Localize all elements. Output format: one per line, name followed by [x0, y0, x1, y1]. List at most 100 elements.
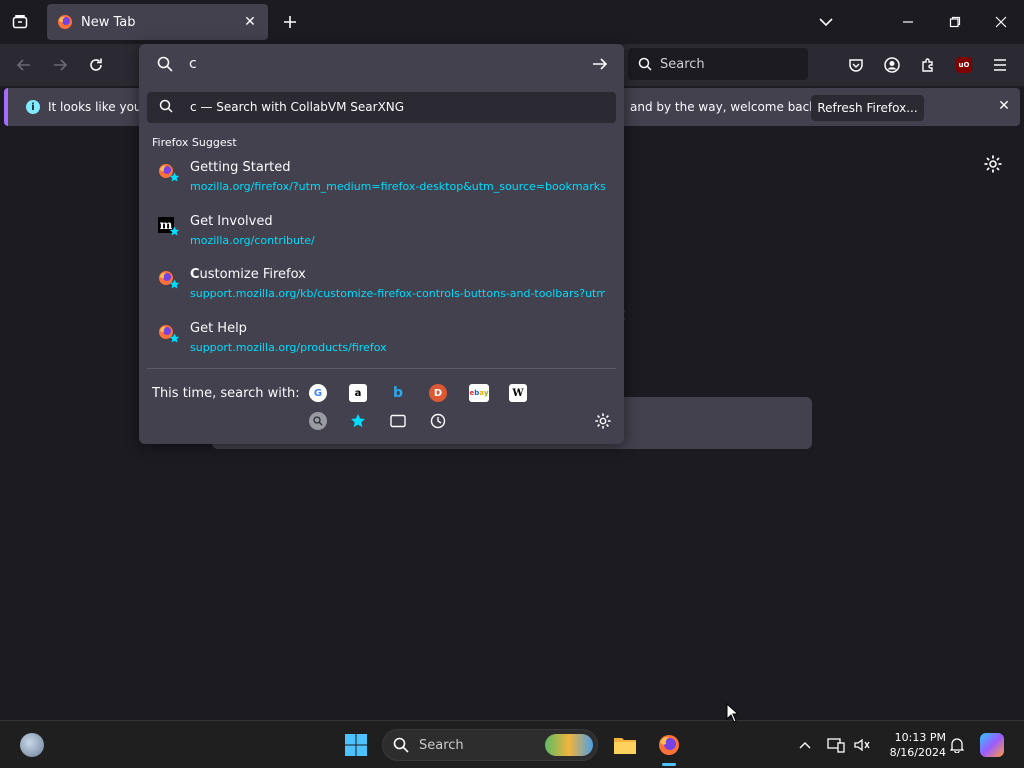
bing-icon[interactable]: b: [389, 384, 407, 402]
close-icon: [995, 16, 1007, 28]
folder-icon: [614, 738, 636, 754]
extensions-button[interactable]: [917, 54, 939, 76]
system-clock[interactable]: 10:13 PM 8/16/2024: [880, 730, 946, 760]
plus-icon: [284, 16, 296, 28]
taskbar-search-placeholder: Search: [419, 737, 464, 753]
heuristic-result-text: c — Search with CollabVM SearXNG: [190, 100, 405, 114]
wikipedia-icon[interactable]: W: [509, 384, 527, 402]
search-icon: [159, 99, 173, 113]
urlbar-dropdown: c c — Search with CollabVM SearXNG Firef…: [139, 44, 624, 444]
ebay-icon[interactable]: ebay: [469, 384, 489, 402]
suggest-result[interactable]: Customize Firefox support.mozilla.org/kb…: [147, 267, 607, 313]
notifications-bell-icon[interactable]: [947, 735, 967, 755]
minimize-icon: [903, 21, 913, 23]
notification-message-end: and by the way, welcome back!: [630, 100, 822, 114]
app-menu-button[interactable]: [989, 54, 1011, 76]
forward-button[interactable]: [49, 54, 71, 76]
searxng-icon[interactable]: [309, 412, 327, 430]
account-button[interactable]: [881, 54, 903, 76]
go-arrow-icon[interactable]: [592, 56, 608, 72]
copilot-icon[interactable]: [980, 733, 1004, 757]
ublock-button[interactable]: uO: [953, 54, 975, 76]
bookmark-star-icon: [169, 172, 180, 182]
pocket-button[interactable]: [845, 54, 867, 76]
show-hidden-icons-button[interactable]: [795, 735, 815, 755]
back-button[interactable]: [13, 54, 35, 76]
reload-icon: [90, 58, 102, 71]
restore-button[interactable]: [945, 12, 965, 32]
search-icon: [638, 57, 652, 71]
taskbar-search[interactable]: Search: [382, 729, 598, 761]
close-notification-icon[interactable]: ✕: [996, 98, 1012, 114]
firefox-icon: [58, 15, 72, 29]
suggest-result[interactable]: m Get Involved mozilla.org/contribute/: [147, 214, 607, 260]
urlbar-typed-text: c: [189, 56, 197, 72]
volume-muted-icon[interactable]: [852, 735, 872, 755]
firefox-taskbar-button[interactable]: [655, 731, 683, 759]
result-url: support.mozilla.org/products/firefox: [190, 341, 387, 354]
heuristic-search-result[interactable]: c — Search with CollabVM SearXNG: [147, 92, 616, 123]
firefox-icon: [659, 735, 679, 755]
restore-icon: [949, 16, 961, 28]
chevron-down-icon: [819, 18, 833, 27]
result-title: Get Involved: [190, 214, 273, 229]
result-url: support.mozilla.org/kb/customize-firefox…: [190, 287, 605, 300]
search-bar[interactable]: Search: [628, 48, 808, 80]
widgets-icon[interactable]: [20, 733, 44, 757]
tabs-icon[interactable]: [389, 412, 407, 430]
firefox-view-button[interactable]: [8, 10, 32, 34]
refresh-firefox-button[interactable]: Refresh Firefox...: [811, 95, 924, 121]
result-url: mozilla.org/contribute/: [190, 234, 315, 247]
reload-button[interactable]: [85, 54, 107, 76]
close-window-button[interactable]: [991, 12, 1011, 32]
bookmark-star-icon: [169, 279, 180, 289]
customize-newtab-gear-icon[interactable]: [983, 154, 1003, 174]
bookmark-star-icon: [169, 226, 180, 236]
search-highlight-image: [545, 734, 593, 756]
ublock-origin-icon: uO: [956, 57, 972, 73]
firefox-view-icon: [12, 15, 28, 29]
pocket-icon: [849, 59, 863, 72]
bookmarks-icon[interactable]: [349, 412, 367, 430]
puzzle-icon: [922, 58, 933, 72]
close-tab-icon[interactable]: ✕: [242, 14, 258, 30]
divider: [147, 368, 616, 369]
result-title: Get Help: [190, 321, 247, 336]
arrow-right-icon: [54, 59, 68, 71]
minimize-button[interactable]: [898, 12, 918, 32]
clock-time: 10:13 PM: [894, 731, 946, 744]
suggest-result[interactable]: Get Help support.mozilla.org/products/fi…: [147, 321, 607, 367]
search-settings-gear-icon[interactable]: [594, 412, 612, 430]
tab-title: New Tab: [81, 14, 136, 30]
google-icon[interactable]: G: [309, 384, 327, 402]
duckduckgo-icon[interactable]: D: [429, 384, 447, 402]
urlbar-input[interactable]: c: [139, 44, 624, 86]
network-icon[interactable]: [826, 735, 846, 755]
windows-taskbar: Search 10:13 PM 8/16/2024: [0, 720, 1024, 768]
search-with-label: This time, search with:: [152, 386, 300, 401]
search-icon: [157, 56, 173, 72]
chevron-up-icon: [799, 742, 811, 749]
search-bar-placeholder: Search: [660, 56, 705, 72]
file-explorer-button[interactable]: [611, 731, 639, 759]
search-icon: [393, 737, 409, 753]
amazon-icon[interactable]: a: [349, 384, 367, 402]
result-title: ustomize Firefox: [199, 267, 306, 282]
active-app-indicator: [662, 763, 676, 766]
firefox-suggest-label: Firefox Suggest: [152, 136, 237, 149]
result-title: Getting Started: [190, 160, 291, 175]
history-icon[interactable]: [429, 412, 447, 430]
info-icon: i: [26, 100, 40, 114]
new-tab-button[interactable]: [280, 12, 300, 32]
suggest-result[interactable]: Getting Started mozilla.org/firefox/?utm…: [147, 160, 607, 206]
hamburger-menu-icon: [994, 59, 1006, 71]
mouse-cursor-icon: [726, 703, 738, 723]
list-all-tabs-button[interactable]: [816, 12, 836, 32]
account-icon: [884, 57, 900, 73]
tab-strip: New Tab ✕: [0, 0, 1024, 44]
windows-start-icon[interactable]: [344, 733, 368, 757]
clock-date: 8/16/2024: [889, 746, 946, 759]
tab-new-tab[interactable]: New Tab ✕: [47, 4, 268, 40]
arrow-left-icon: [16, 59, 30, 71]
result-url: mozilla.org/firefox/?utm_medium=firefox-…: [190, 180, 605, 193]
